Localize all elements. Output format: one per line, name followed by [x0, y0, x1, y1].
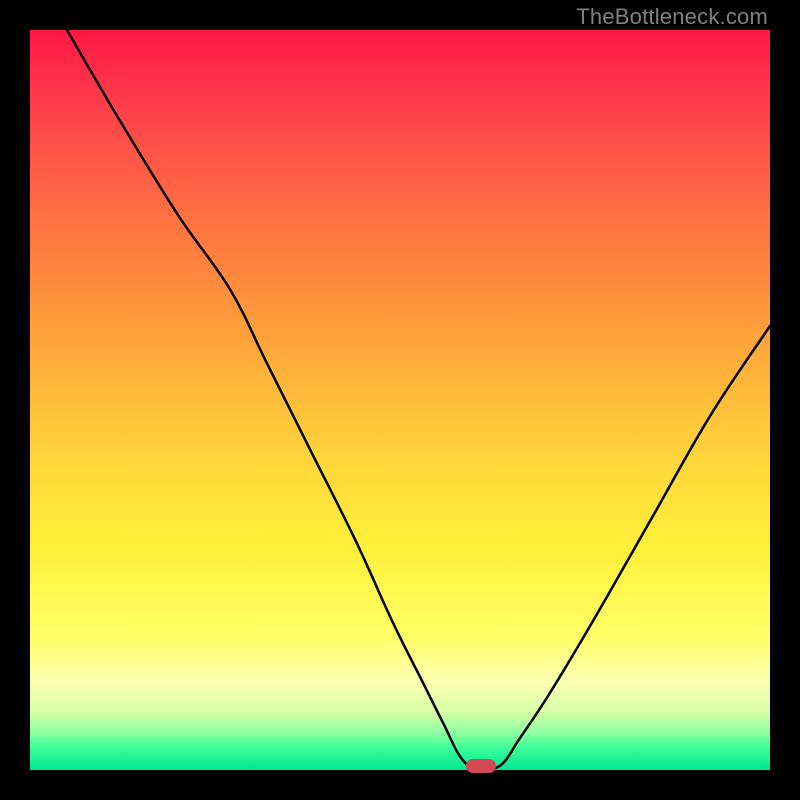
plot-area	[30, 30, 770, 770]
minimum-marker	[466, 759, 496, 773]
bottleneck-curve	[30, 30, 770, 770]
attribution-text: TheBottleneck.com	[576, 4, 768, 30]
chart-frame: TheBottleneck.com	[0, 0, 800, 800]
